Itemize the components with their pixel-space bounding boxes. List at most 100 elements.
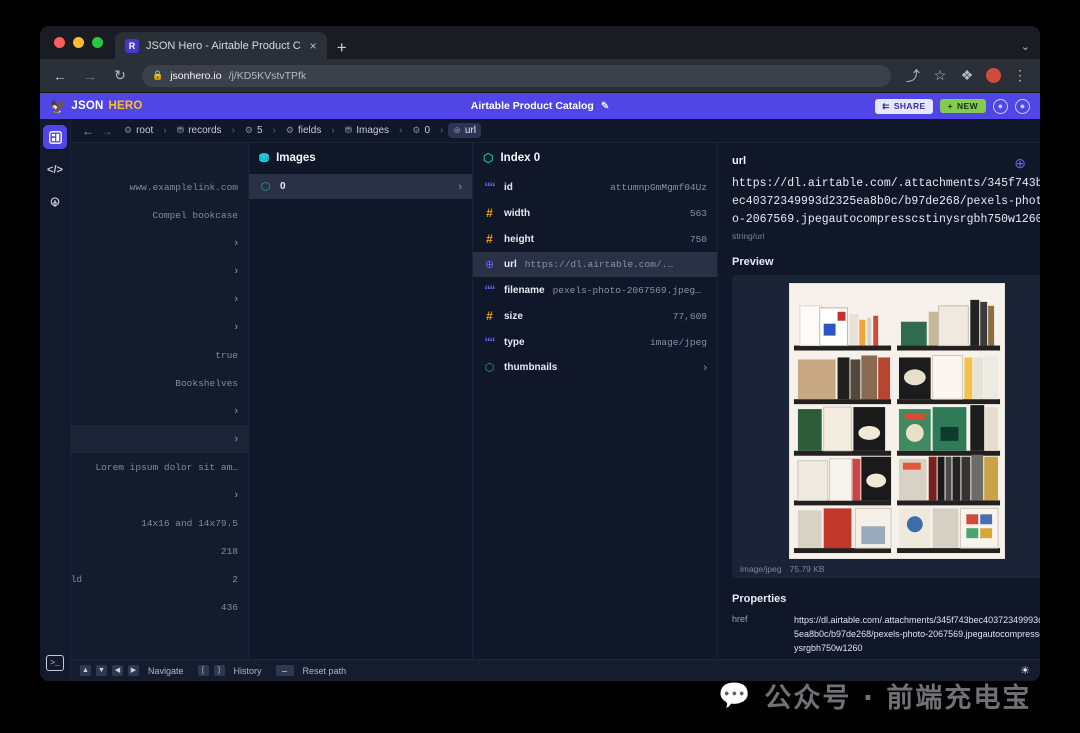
list-item[interactable]: ›: [71, 313, 248, 341]
list-item[interactable]: #size77,609: [473, 303, 717, 329]
list-item[interactable]: Compel bookcase: [71, 201, 248, 229]
property-value[interactable]: https://dl.airtable.com/.attachments/345…: [794, 614, 1040, 656]
list-item-value: https://dl.airtable.com/.attach…: [525, 259, 675, 270]
new-button[interactable]: + NEW: [940, 99, 986, 113]
list-item[interactable]: ›: [71, 285, 248, 313]
chevron-down-icon[interactable]: ⌄: [1021, 40, 1030, 53]
list-item[interactable]: ⬡ 0 ›: [249, 174, 472, 199]
breadcrumb-item-root[interactable]: ⚙root: [119, 123, 158, 138]
browser-tabbar: R JSON Hero - Airtable Product C × + ⌄: [40, 26, 1040, 59]
tree-view-button[interactable]: [43, 191, 67, 215]
list-item[interactable]: ›: [71, 481, 248, 509]
list-item[interactable]: Bookshelves: [71, 369, 248, 397]
list-item-value: attumnpGmMgmf04Uz: [610, 182, 707, 193]
jsonhero-logo-icon: 🦅: [50, 100, 66, 113]
list-item[interactable]: 436: [71, 593, 248, 621]
column-index[interactable]: ⬡ Index 0 ““idattumnpGmMgmf04Uz#width563…: [473, 143, 718, 659]
column-index-header: ⬡ Index 0: [473, 143, 717, 174]
breadcrumb-item-records[interactable]: ⛃records: [172, 123, 227, 138]
preview-mime: image/jpeg: [740, 564, 782, 574]
column-index-title: Index 0: [500, 152, 540, 164]
document-title: Airtable Product Catalog ✎: [410, 100, 670, 112]
array-icon: ⛃: [259, 151, 269, 165]
breadcrumb-item-url[interactable]: ⊕url: [448, 123, 481, 138]
number-type-icon: #: [483, 309, 496, 323]
discord-icon[interactable]: ●: [993, 99, 1008, 114]
chevron-right-icon: ›: [234, 433, 238, 445]
list-item[interactable]: ›: [71, 397, 248, 425]
breadcrumb-item-fields[interactable]: ⚙fields: [281, 123, 326, 138]
list-item[interactable]: #width563: [473, 200, 717, 226]
window-controls[interactable]: [50, 26, 115, 59]
profile-avatar[interactable]: [986, 68, 1001, 83]
new-tab-button[interactable]: +: [327, 39, 357, 59]
list-item[interactable]: ›: [71, 257, 248, 285]
list-item-key: height: [504, 234, 534, 245]
list-item-value: 218: [221, 546, 238, 557]
list-item[interactable]: ““typeimage/jpeg: [473, 329, 717, 355]
list-item[interactable]: #height750: [473, 226, 717, 252]
list-item[interactable]: ⊕urlhttps://dl.airtable.com/.attach…: [473, 252, 717, 277]
share-icon[interactable]: ⤴: [905, 66, 921, 86]
column-images[interactable]: ⛃ Images ⬡ 0 ›: [249, 143, 473, 659]
list-item[interactable]: Lorem ipsum dolor sit am…: [71, 453, 248, 481]
column-index-list[interactable]: ““idattumnpGmMgmf04Uz#width563#height750…: [473, 174, 717, 380]
object-icon: ⬡: [259, 180, 272, 193]
maximize-window-button[interactable]: [92, 37, 103, 48]
chevron-right-icon: ›: [458, 181, 462, 193]
list-item-value: Lorem ipsum dolor sit am…: [95, 462, 238, 473]
list-item[interactable]: 218: [71, 537, 248, 565]
bookmark-icon[interactable]: ☆: [932, 67, 948, 84]
list-item-key: url: [504, 259, 517, 270]
github-icon[interactable]: ●: [1015, 99, 1030, 114]
app-logo[interactable]: 🦅 JSONHERO: [50, 100, 143, 113]
breadcrumb-item-images[interactable]: ⛃Images: [340, 123, 394, 138]
list-item[interactable]: true: [71, 341, 248, 369]
list-item[interactable]: ⬡thumbnails›: [473, 355, 717, 380]
extensions-icon[interactable]: ❖: [959, 67, 975, 84]
list-item[interactable]: ›: [71, 425, 248, 453]
preview-image[interactable]: [789, 283, 1005, 559]
browser-tab[interactable]: R JSON Hero - Airtable Product C ×: [115, 32, 327, 59]
list-item[interactable]: old2: [71, 565, 248, 593]
close-icon[interactable]: ×: [308, 39, 319, 53]
breadcrumb-item-5[interactable]: ⚙5: [240, 123, 268, 138]
status-history: [ ] History: [198, 665, 262, 676]
back-icon[interactable]: ←: [52, 68, 68, 84]
browser-menu-icon[interactable]: ⋮: [1012, 67, 1028, 84]
forward-icon[interactable]: →: [82, 68, 98, 84]
breadcrumb-forward-icon[interactable]: →: [100, 124, 114, 138]
edit-icon[interactable]: ✎: [601, 101, 609, 112]
inspector-url-value[interactable]: https://dl.airtable.com/.attachments/345…: [732, 175, 1040, 228]
breadcrumb-separator: ›: [440, 125, 443, 136]
breadcrumb-back-icon[interactable]: ←: [81, 124, 95, 138]
list-item[interactable]: 14x16 and 14x79.5: [71, 509, 248, 537]
list-item[interactable]: ““filenamepexels-photo-2067569.jpeg?…: [473, 277, 717, 303]
list-item[interactable]: ““idattumnpGmMgmf04Uz: [473, 174, 717, 200]
code-view-button[interactable]: </>: [43, 158, 67, 182]
breadcrumb-label: url: [465, 125, 476, 136]
main-area: ← → ⚙root › ⛃records › ⚙5 › ⚙fields › ⛃I…: [71, 119, 1040, 681]
jsonhero-app: 🦅 JSONHERO Airtable Product Catalog ✎ ⇇ …: [40, 93, 1040, 681]
reload-icon[interactable]: ↻: [112, 67, 128, 84]
column-fields-list[interactable]: www.examplelink.comCompel bookcase››››tr…: [71, 173, 248, 621]
globe-icon: ⊕: [1014, 155, 1026, 172]
list-item-key: width: [504, 208, 530, 219]
minimize-window-button[interactable]: [73, 37, 84, 48]
app-header: 🦅 JSONHERO Airtable Product Catalog ✎ ⇇ …: [40, 93, 1040, 119]
status-history-label: History: [234, 666, 262, 676]
status-navigate: ▲ ▼ ◀ ▶ Navigate: [80, 665, 184, 676]
status-navigate-label: Navigate: [148, 666, 184, 676]
number-type-icon: #: [483, 232, 496, 246]
list-item[interactable]: www.examplelink.com: [71, 173, 248, 201]
breadcrumb-label: records: [188, 125, 221, 136]
columns-view-button[interactable]: [43, 125, 67, 149]
list-item[interactable]: ›: [71, 229, 248, 257]
breadcrumb-item-0[interactable]: ⚙0: [407, 123, 435, 138]
share-button[interactable]: ⇇ SHARE: [875, 99, 932, 114]
column-fields[interactable]: www.examplelink.comCompel bookcase››››tr…: [71, 143, 249, 659]
close-window-button[interactable]: [54, 37, 65, 48]
preview-card: image/jpeg 75.79 KB: [732, 275, 1040, 578]
terminal-icon[interactable]: >_: [46, 655, 64, 671]
address-bar[interactable]: 🔒 jsonhero.io/j/KD5KVstvTPfk: [142, 65, 891, 87]
